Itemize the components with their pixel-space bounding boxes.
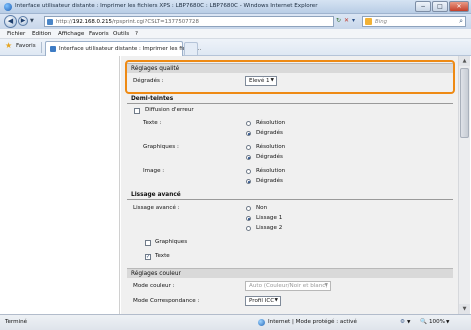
chevron-down-icon[interactable]: ▼ xyxy=(407,320,410,325)
window-titlebar: Interface utilisateur distante : Imprime… xyxy=(0,0,471,14)
address-actions: ↻ ✕ ▾ xyxy=(336,17,360,26)
smoothing-text-label: Texte xyxy=(155,253,170,259)
back-button[interactable]: ◀ xyxy=(4,15,17,28)
smoothing-off-label: Non xyxy=(256,205,268,211)
left-navigation-pane xyxy=(0,56,120,314)
scroll-up-icon[interactable]: ▲ xyxy=(459,56,470,66)
zoom-icon[interactable]: 🔍 xyxy=(420,319,427,325)
section-title: Demi-teintes xyxy=(131,96,174,102)
status-bar: Terminé Internet | Mode protégé : activé… xyxy=(0,314,471,330)
stop-icon[interactable]: ✕ xyxy=(344,17,349,24)
menu-affichage[interactable]: Affichage xyxy=(58,31,84,37)
vertical-scrollbar[interactable]: ▲ ▼ xyxy=(458,56,470,314)
scroll-thumb[interactable] xyxy=(460,68,469,138)
minimize-button[interactable]: − xyxy=(415,1,431,12)
matching-mode-value: Profil ICC xyxy=(249,298,275,304)
security-zone: Internet | Mode protégé : activé xyxy=(268,319,357,325)
smoothing-graphics-label: Graphiques xyxy=(155,239,188,245)
matching-mode-label: Mode Correspondance : xyxy=(133,298,200,304)
color-mode-label: Mode couleur : xyxy=(133,283,175,289)
smoothing-label: Lissage avancé : xyxy=(133,205,180,211)
url-input[interactable]: http://192.168.0.215/rpsprint.cgi?CSLT=1… xyxy=(44,16,334,27)
menu-help[interactable]: ? xyxy=(135,31,138,37)
chevron-down-icon: ▼ xyxy=(274,298,278,303)
text-halftone-label: Texte : xyxy=(143,120,162,126)
smoothing-graphics-checkbox[interactable] xyxy=(145,240,151,246)
text-gradations-label: Dégradés xyxy=(256,130,283,136)
color-mode-select[interactable]: Auto (Couleur/Noir et blanc) ▼ xyxy=(245,281,331,291)
section-title: Réglages couleur xyxy=(131,271,181,277)
text-resolution-label: Résolution xyxy=(256,120,286,126)
smoothing-2-radio[interactable] xyxy=(246,226,251,231)
smoothing-1-label: Lissage 1 xyxy=(256,215,283,221)
address-dropdown-icon[interactable]: ▾ xyxy=(352,17,355,24)
zoom-dropdown-icon[interactable]: ▼ xyxy=(446,320,449,325)
search-input[interactable]: Bing ⌕ xyxy=(362,16,466,27)
menu-edition[interactable]: Edition xyxy=(32,31,51,37)
ie-logo-icon xyxy=(4,3,12,11)
search-icon[interactable]: ⌕ xyxy=(459,17,463,26)
image-resolution-label: Résolution xyxy=(256,168,286,174)
graphics-resolution-label: Résolution xyxy=(256,144,286,150)
section-header-smoothing: Lissage avancé xyxy=(127,190,453,200)
refresh-icon[interactable]: ↻ xyxy=(336,17,341,24)
graphics-halftone-label: Graphiques : xyxy=(143,144,179,150)
graphics-gradations-radio[interactable] xyxy=(246,155,251,160)
divider xyxy=(41,42,42,53)
favorites-label[interactable]: Favoris xyxy=(16,43,36,49)
smoothing-text-checkbox[interactable]: ✓ xyxy=(145,254,151,260)
status-text: Terminé xyxy=(5,319,28,325)
text-gradations-radio[interactable] xyxy=(246,131,251,136)
favorites-star-icon[interactable]: ★ xyxy=(5,42,12,50)
menu-favoris[interactable]: Favoris xyxy=(89,31,109,37)
globe-icon xyxy=(258,319,265,326)
maximize-button[interactable]: □ xyxy=(432,1,448,12)
history-dropdown-icon[interactable]: ▼ xyxy=(30,18,34,24)
matching-mode-select[interactable]: Profil ICC ▼ xyxy=(245,296,281,306)
window-title: Interface utilisateur distante : Imprime… xyxy=(15,3,318,9)
bing-logo-icon xyxy=(365,18,372,25)
address-bar: ◀ ▶ ▼ http://192.168.0.215/rpsprint.cgi?… xyxy=(0,14,471,29)
tab-page-icon xyxy=(50,46,56,52)
graphics-resolution-radio[interactable] xyxy=(246,145,251,150)
forward-button[interactable]: ▶ xyxy=(18,16,28,26)
search-placeholder: Bing xyxy=(375,18,388,25)
tab-title: Interface utilisateur distante : Imprime… xyxy=(59,46,202,52)
highlight-frame xyxy=(125,60,455,94)
page-icon xyxy=(47,19,53,25)
text-resolution-radio[interactable] xyxy=(246,121,251,126)
error-diffusion-label: Diffusion d'erreur xyxy=(145,107,194,113)
protected-mode-icon[interactable]: ⚙ xyxy=(400,319,405,325)
scroll-down-icon[interactable]: ▼ xyxy=(459,304,470,314)
chevron-down-icon: ▼ xyxy=(324,283,328,288)
section-header-color: Réglages couleur xyxy=(127,268,453,278)
image-halftone-label: Image : xyxy=(143,168,165,174)
section-title: Lissage avancé xyxy=(131,192,181,198)
image-resolution-radio[interactable] xyxy=(246,169,251,174)
smoothing-off-radio[interactable] xyxy=(246,206,251,211)
image-gradations-label: Dégradés xyxy=(256,178,283,184)
zoom-level[interactable]: 100% xyxy=(429,319,445,325)
menu-outils[interactable]: Outils xyxy=(113,31,129,37)
new-tab-button[interactable] xyxy=(184,42,198,55)
close-window-button[interactable]: ✕ xyxy=(449,1,469,12)
favorites-bar: ★ Favoris Interface utilisateur distante… xyxy=(0,39,471,56)
section-header-halftones: Demi-teintes xyxy=(127,94,453,104)
menu-bar: Fichier Edition Affichage Favoris Outils… xyxy=(0,29,471,39)
smoothing-2-label: Lissage 2 xyxy=(256,225,283,231)
color-mode-value: Auto (Couleur/Noir et blanc) xyxy=(249,283,328,289)
url-text: http://192.168.0.215/rpsprint.cgi?CSLT=1… xyxy=(56,18,199,25)
smoothing-1-radio[interactable] xyxy=(246,216,251,221)
graphics-gradations-label: Dégradés xyxy=(256,154,283,160)
image-gradations-radio[interactable] xyxy=(246,179,251,184)
menu-fichier[interactable]: Fichier xyxy=(7,31,25,37)
error-diffusion-checkbox[interactable] xyxy=(134,108,140,114)
browser-tab[interactable]: Interface utilisateur distante : Imprime… xyxy=(45,41,201,56)
